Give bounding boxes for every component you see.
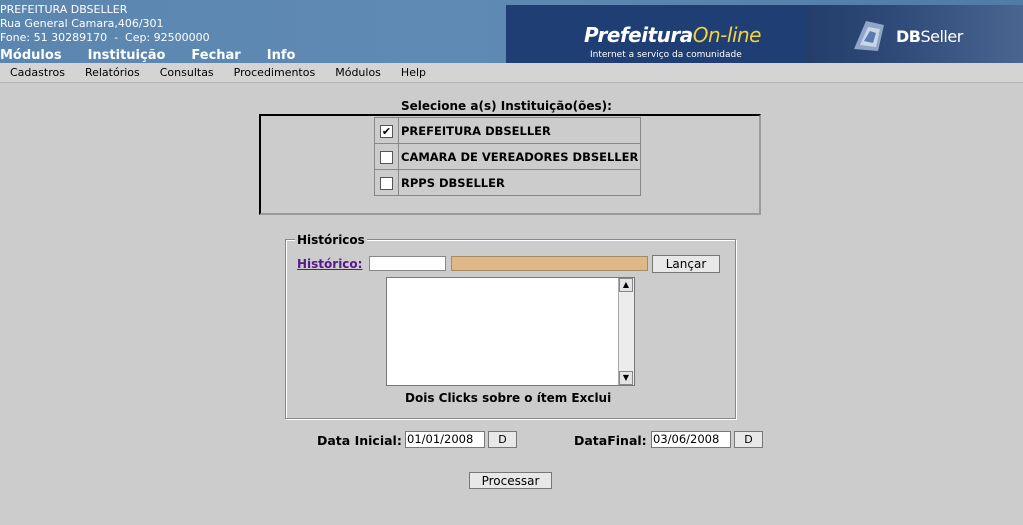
checkbox-camara[interactable] xyxy=(380,150,393,164)
processar-button[interactable]: Processar xyxy=(469,472,552,489)
brand-seller: Seller xyxy=(920,27,963,46)
nav-modulos[interactable]: Módulos xyxy=(0,48,62,63)
header-nav: Módulos Instituição Fechar Info xyxy=(0,48,321,63)
instituicao-label: RPPS DBSELLER xyxy=(397,169,642,196)
instituicoes-title: Selecione a(s) Instituição(ões): xyxy=(401,99,612,113)
menu-modulos[interactable]: Módulos xyxy=(325,66,391,79)
data-inicial-label: Data Inicial: xyxy=(317,433,402,448)
data-inicial-picker-button[interactable]: D xyxy=(488,431,517,448)
data-final-input[interactable]: 03/06/2008 xyxy=(651,431,731,448)
historico-description-field xyxy=(451,256,648,271)
logo-title-a: Prefeitura xyxy=(584,23,693,47)
menu-consultas[interactable]: Consultas xyxy=(150,66,224,79)
scroll-down-icon[interactable]: ▼ xyxy=(619,371,633,385)
scroll-up-icon[interactable]: ▲ xyxy=(619,278,633,292)
listbox-hint: Dois Clicks sobre o ítem Exclui xyxy=(405,391,612,405)
logo-subtitle: Internet a serviço da comunidade xyxy=(590,50,742,60)
org-phone: Fone: 51 30289170 - Cep: 92500000 xyxy=(0,31,210,44)
historico-code-input[interactable] xyxy=(369,256,446,271)
menu-cadastros[interactable]: Cadastros xyxy=(0,66,75,79)
menu-help[interactable]: Help xyxy=(391,66,436,79)
nav-fechar[interactable]: Fechar xyxy=(191,48,240,63)
org-address: Rua General Camara,406/301 xyxy=(0,17,164,30)
data-final-picker-button[interactable]: D xyxy=(734,431,763,448)
dbseller-logo: DBSeller xyxy=(806,5,1023,63)
instituicao-label: CAMARA DE VEREADORES DBSELLER xyxy=(397,143,642,170)
historicos-listbox[interactable]: ▲ ▼ xyxy=(386,277,635,386)
instituicao-row: ✔ PREFEITURA DBSELLER xyxy=(374,117,642,144)
nav-info[interactable]: Info xyxy=(267,48,296,63)
data-final-label: DataFinal: xyxy=(574,433,647,448)
historico-link[interactable]: Histórico: xyxy=(297,257,362,271)
listbox-scrollbar[interactable]: ▲ ▼ xyxy=(618,278,634,385)
nav-instituicao[interactable]: Instituição xyxy=(88,48,166,63)
menu-relatorios[interactable]: Relatórios xyxy=(75,66,150,79)
instituicao-label: PREFEITURA DBSELLER xyxy=(397,117,642,144)
instituicoes-table: ✔ PREFEITURA DBSELLER CAMARA DE VEREADOR… xyxy=(374,117,642,196)
checkbox-prefeitura[interactable]: ✔ xyxy=(380,124,393,138)
menu-procedimentos[interactable]: Procedimentos xyxy=(224,66,326,79)
instituicao-row: CAMARA DE VEREADORES DBSELLER xyxy=(374,143,642,170)
instituicao-row: RPPS DBSELLER xyxy=(374,169,642,196)
historicos-legend: Históricos xyxy=(295,233,367,247)
logo-title-b: On-line xyxy=(692,23,762,47)
menu-bar: Cadastros Relatórios Consultas Procedime… xyxy=(0,63,1023,83)
dbseller-mark-icon xyxy=(854,21,884,51)
prefeitura-online-logo: PrefeituraOn-line Internet a serviço da … xyxy=(506,5,806,63)
lancar-button[interactable]: Lançar xyxy=(652,255,720,273)
org-name: PREFEITURA DBSELLER xyxy=(0,3,128,16)
header-banner: PREFEITURA DBSELLER Rua General Camara,4… xyxy=(0,0,1023,63)
checkbox-rpps[interactable] xyxy=(380,176,393,190)
brand-db: DB xyxy=(896,27,921,46)
data-inicial-input[interactable]: 01/01/2008 xyxy=(405,431,485,448)
